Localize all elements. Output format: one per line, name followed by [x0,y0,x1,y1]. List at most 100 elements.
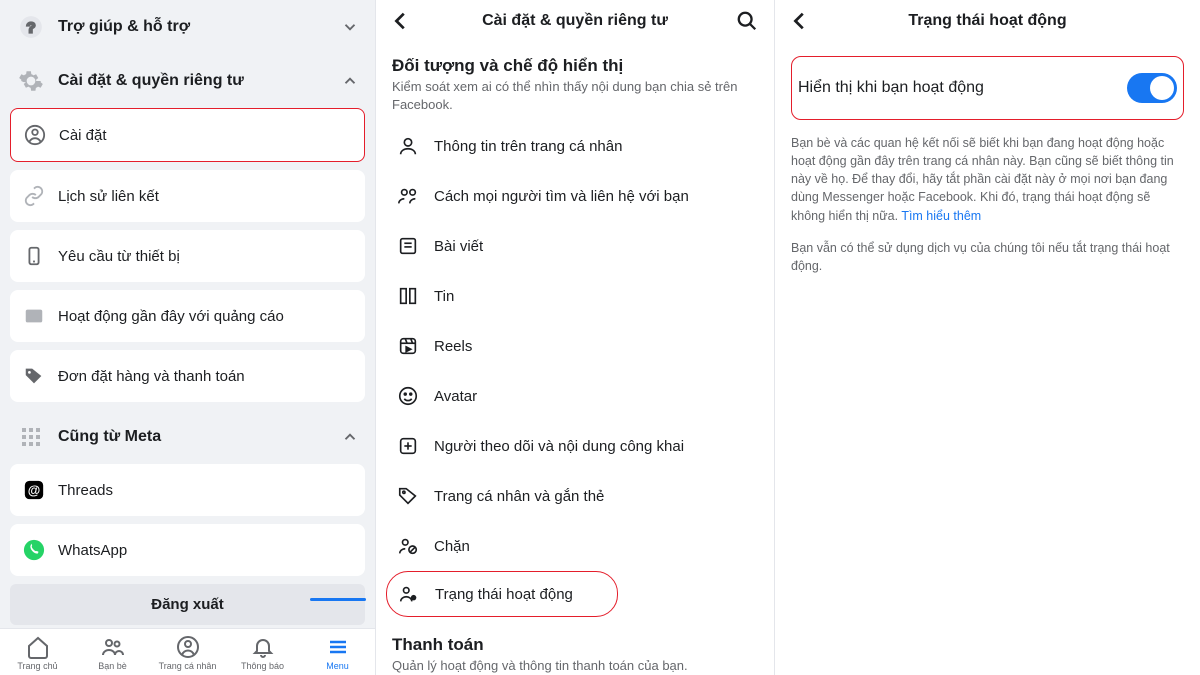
sidebar-item-settings[interactable]: Cài đặt [10,108,365,162]
sidebar-item-whatsapp[interactable]: WhatsApp [10,524,365,576]
device-icon [22,244,46,268]
settings-privacy-label: Cài đặt & quyền riêng tư [58,72,341,90]
description-body: Bạn bè và các quan hệ kết nối sẽ biết kh… [791,136,1174,223]
sidebar-item-label: Cài đặt [59,127,107,144]
help-support-label: Trợ giúp & hỗ trợ [58,18,341,36]
row-label: Tin [434,288,454,305]
tab-friends[interactable]: Bạn bè [75,635,150,671]
panel-title: Trạng thái hoạt động [813,12,1162,30]
sidebar-item-orders-payments[interactable]: Đơn đặt hàng và thanh toán [10,350,365,402]
settings-menu-panel: ? Trợ giúp & hỗ trợ Cài đặt & quyền riên… [0,0,375,675]
menu-icon [326,635,350,659]
logout-label: Đăng xuất [151,596,224,613]
show-active-toggle-row: Hiển thị khi bạn hoạt động [791,56,1184,120]
avatar-icon [396,384,420,408]
tab-label: Trang chủ [17,661,57,671]
row-activity-status[interactable]: Trạng thái hoạt động [386,571,618,617]
tab-label: Menu [326,661,349,671]
bottom-tab-bar: Trang chủ Bạn bè Trang cá nhân Thông báo… [0,628,375,675]
also-from-meta-label: Cũng từ Meta [58,428,341,446]
settings-privacy-panel: Cài đặt & quyền riêng tư Đối tượng và ch… [375,0,775,675]
panel-header: Cài đặt & quyền riêng tư [376,0,774,42]
gear-icon [16,66,46,96]
row-label: Cách mọi người tìm và liên hệ với bạn [434,188,689,205]
story-icon [396,284,420,308]
toggle-label: Hiển thị khi bạn hoạt động [798,79,1127,97]
row-label: Người theo dõi và nội dung công khai [434,438,684,455]
row-reels[interactable]: Reels [392,321,758,371]
row-label: Trạng thái hoạt động [435,586,573,603]
row-label: Thông tin trên trang cá nhân [434,138,622,155]
search-button[interactable] [736,10,760,32]
tab-label: Trang cá nhân [159,661,217,671]
activity-status-panel: Trạng thái hoạt động Hiển thị khi bạn ho… [775,0,1200,675]
followers-icon [396,434,420,458]
bell-icon [251,635,275,659]
sidebar-item-label: Yêu cầu từ thiết bị [58,248,180,265]
show-active-toggle[interactable] [1127,73,1177,103]
home-icon [26,635,50,659]
help-icon: ? [16,12,46,42]
settings-menu-body: ? Trợ giúp & hỗ trợ Cài đặt & quyền riên… [0,0,375,628]
people-search-icon [396,184,420,208]
tag-icon [396,484,420,508]
sidebar-item-label: Đơn đặt hàng và thanh toán [58,368,245,385]
chevron-down-icon [341,18,359,36]
person-card-icon [396,134,420,158]
sidebar-item-label: Lịch sử liên kết [58,188,159,205]
block-icon [396,534,420,558]
row-find-contact[interactable]: Cách mọi người tìm và liên hệ với bạn [392,171,758,221]
sidebar-item-label: WhatsApp [58,542,127,559]
chevron-up-icon [341,428,359,446]
logout-button[interactable]: Đăng xuất [10,584,365,625]
panel-body: Hiển thị khi bạn hoạt động Bạn bè và các… [775,42,1200,283]
tab-profile[interactable]: Trang cá nhân [150,635,225,671]
sidebar-item-device-requests[interactable]: Yêu cầu từ thiết bị [10,230,365,282]
activity-status-icon [397,582,421,606]
row-label: Chặn [434,538,470,555]
learn-more-link[interactable]: Tìm hiểu thêm [901,209,981,223]
profile-icon [176,635,200,659]
description-text-2: Bạn vẫn có thể sử dụng dịch vụ của chúng… [791,239,1184,275]
panel-body: Đối tượng và chế độ hiển thị Kiểm soát x… [376,42,774,675]
threads-icon: @ [22,478,46,502]
whatsapp-icon [22,538,46,562]
row-avatar[interactable]: Avatar [392,371,758,421]
row-posts[interactable]: Bài viết [392,221,758,271]
sidebar-item-link-history[interactable]: Lịch sử liên kết [10,170,365,222]
grid-icon [16,422,46,452]
svg-text:@: @ [28,483,41,498]
chevron-up-icon [341,72,359,90]
row-block[interactable]: Chặn [392,521,758,571]
back-button[interactable] [390,10,414,32]
help-support-section[interactable]: ? Trợ giúp & hỗ trợ [0,0,375,54]
row-followers-public[interactable]: Người theo dõi và nội dung công khai [392,421,758,471]
panel-title: Cài đặt & quyền riêng tư [414,12,736,30]
sidebar-item-threads[interactable]: @ Threads [10,464,365,516]
back-button[interactable] [789,10,813,32]
settings-privacy-section[interactable]: Cài đặt & quyền riêng tư [0,54,375,108]
section-subtitle: Kiểm soát xem ai có thể nhìn thấy nội du… [392,78,758,113]
row-stories[interactable]: Tin [392,271,758,321]
row-profile-info[interactable]: Thông tin trên trang cá nhân [392,121,758,171]
sidebar-item-recent-ad-activity[interactable]: Hoạt động gần đây với quảng cáo [10,290,365,342]
section-title: Thanh toán [392,635,758,655]
panel-header: Trạng thái hoạt động [775,0,1200,42]
tab-menu[interactable]: Menu [300,635,375,671]
friends-icon [101,635,125,659]
row-label: Trang cá nhân và gắn thẻ [434,488,604,505]
tab-notifications[interactable]: Thông báo [225,635,300,671]
active-tab-indicator [310,598,366,601]
tag-payment-icon [22,364,46,388]
description-text: Bạn bè và các quan hệ kết nối sẽ biết kh… [791,134,1184,225]
also-from-meta-section[interactable]: Cũng từ Meta [0,410,375,464]
row-label: Reels [434,338,472,355]
tab-label: Bạn bè [98,661,127,671]
tab-home[interactable]: Trang chủ [0,635,75,671]
tab-label: Thông báo [241,661,284,671]
row-label: Avatar [434,388,477,405]
row-profile-tagging[interactable]: Trang cá nhân và gắn thẻ [392,471,758,521]
reels-icon [396,334,420,358]
toggle-knob [1150,76,1174,100]
sidebar-item-label: Hoạt động gần đây với quảng cáo [58,308,284,325]
